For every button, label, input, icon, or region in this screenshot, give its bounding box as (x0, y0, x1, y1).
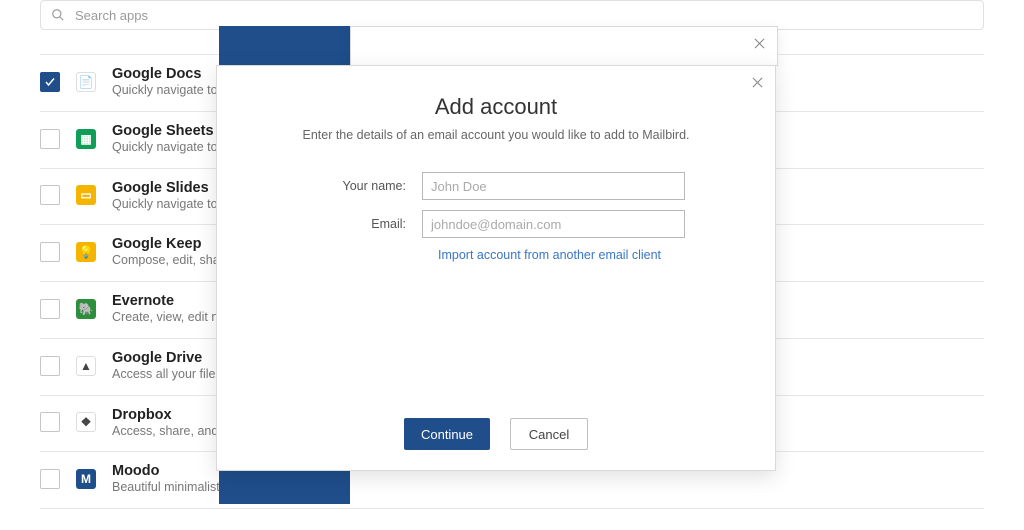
app-checkbox[interactable] (40, 185, 60, 205)
app-checkbox[interactable] (40, 299, 60, 319)
cancel-button[interactable]: Cancel (510, 418, 588, 450)
app-checkbox[interactable] (40, 356, 60, 376)
app-name: Google Keep (112, 235, 231, 253)
app-checkbox[interactable] (40, 242, 60, 262)
app-icon: 💡 (76, 242, 96, 262)
background-dialog (350, 26, 778, 66)
app-icon: ▦ (76, 129, 96, 149)
your-name-input[interactable] (422, 172, 685, 200)
app-checkbox[interactable] (40, 129, 60, 149)
dialog-subtitle: Enter the details of an email account yo… (257, 128, 735, 142)
app-icon: 📄 (76, 72, 96, 92)
continue-button[interactable]: Continue (404, 418, 490, 450)
app-checkbox[interactable] (40, 72, 60, 92)
dialog-title: Add account (257, 94, 735, 120)
search-icon (51, 8, 65, 22)
app-icon: M (76, 469, 96, 489)
app-checkbox[interactable] (40, 412, 60, 432)
app-icon: ▲ (76, 356, 96, 376)
app-text: Google KeepCompose, edit, share (112, 235, 231, 269)
app-icon: 🐘 (76, 299, 96, 319)
your-name-label: Your name: (257, 179, 422, 193)
app-desc: Compose, edit, share (112, 253, 231, 269)
search-input[interactable] (75, 8, 973, 23)
email-label: Email: (257, 217, 422, 231)
add-account-dialog: Add account Enter the details of an emai… (216, 65, 776, 471)
close-button[interactable] (747, 72, 767, 92)
app-icon: ❖ (76, 412, 96, 432)
app-icon: ▭ (76, 185, 96, 205)
close-icon[interactable] (749, 33, 769, 53)
import-account-link[interactable]: Import account from another email client (438, 248, 661, 262)
close-icon (752, 77, 763, 88)
email-input[interactable] (422, 210, 685, 238)
app-checkbox[interactable] (40, 469, 60, 489)
